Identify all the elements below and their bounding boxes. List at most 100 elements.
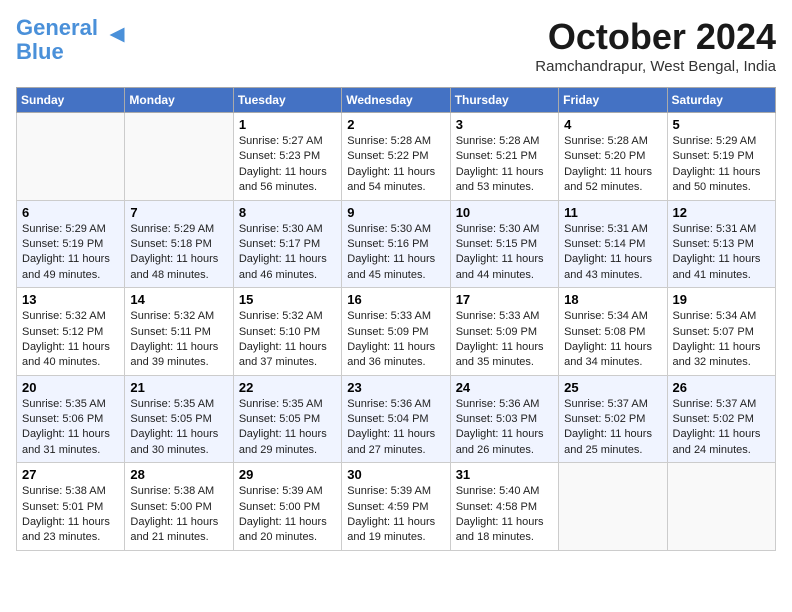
day-info: Sunrise: 5:29 AM Sunset: 5:19 PM Dayligh… [673,134,770,196]
calendar-week-row: 27 Sunrise: 5:38 AM Sunset: 5:01 PM Dayli… [17,463,776,551]
day-number: 14 [130,292,227,307]
calendar-cell: 8 Sunrise: 5:30 AM Sunset: 5:17 PM Daylig… [233,200,341,288]
calendar-week-row: 6Sunrise: 5:29 AM Sunset: 5:19 PM Daylig… [17,200,776,288]
calendar-cell: 12 Sunrise: 5:31 AM Sunset: 5:13 PM Dayli… [667,200,775,288]
logo-icon [102,26,132,44]
day-number: 28 [130,467,227,482]
month-title: October 2024 [535,16,776,58]
day-info: Sunrise: 5:31 AM Sunset: 5:13 PM Dayligh… [673,222,770,284]
title-block: October 2024 Ramchandrapur, West Bengal,… [535,16,776,75]
day-number: 21 [130,380,227,395]
calendar-cell: 17Sunrise: 5:33 AM Sunset: 5:09 PM Dayli… [450,288,558,376]
day-number: 13 [22,292,119,307]
day-number: 25 [564,380,661,395]
calendar-cell: 11 Sunrise: 5:31 AM Sunset: 5:14 PM Dayli… [559,200,667,288]
calendar-cell: 10 Sunrise: 5:30 AM Sunset: 5:15 PM Dayli… [450,200,558,288]
weekday-header: Wednesday [342,88,450,113]
calendar-cell: 7 Sunrise: 5:29 AM Sunset: 5:18 PM Daylig… [125,200,233,288]
calendar-cell: 30Sunrise: 5:39 AM Sunset: 4:59 PM Dayli… [342,463,450,551]
calendar-week-row: 13 Sunrise: 5:32 AM Sunset: 5:12 PM Dayli… [17,288,776,376]
day-info: Sunrise: 5:35 AM Sunset: 5:05 PM Dayligh… [130,397,227,459]
day-info: Sunrise: 5:37 AM Sunset: 5:02 PM Dayligh… [564,397,661,459]
calendar-cell: 20 Sunrise: 5:35 AM Sunset: 5:06 PM Dayli… [17,375,125,463]
calendar-week-row: 1Sunrise: 5:27 AM Sunset: 5:23 PM Daylig… [17,113,776,201]
day-number: 2 [347,117,444,132]
day-info: Sunrise: 5:34 AM Sunset: 5:07 PM Dayligh… [673,309,770,371]
day-number: 9 [347,205,444,220]
day-info: Sunrise: 5:31 AM Sunset: 5:14 PM Dayligh… [564,222,661,284]
calendar-cell [667,463,775,551]
day-number: 22 [239,380,336,395]
calendar-cell [559,463,667,551]
day-number: 7 [130,205,227,220]
calendar-cell: 24 Sunrise: 5:36 AM Sunset: 5:03 PM Dayli… [450,375,558,463]
weekday-header: Saturday [667,88,775,113]
calendar-header-row: SundayMondayTuesdayWednesdayThursdayFrid… [17,88,776,113]
day-number: 4 [564,117,661,132]
day-number: 10 [456,205,553,220]
day-number: 24 [456,380,553,395]
day-number: 3 [456,117,553,132]
calendar-cell: 29 Sunrise: 5:39 AM Sunset: 5:00 PM Dayli… [233,463,341,551]
weekday-header: Thursday [450,88,558,113]
day-info: Sunrise: 5:30 AM Sunset: 5:16 PM Dayligh… [347,222,444,284]
calendar-cell: 15Sunrise: 5:32 AM Sunset: 5:10 PM Dayli… [233,288,341,376]
day-info: Sunrise: 5:38 AM Sunset: 5:00 PM Dayligh… [130,484,227,546]
day-info: Sunrise: 5:28 AM Sunset: 5:20 PM Dayligh… [564,134,661,196]
calendar-cell: 9 Sunrise: 5:30 AM Sunset: 5:16 PM Daylig… [342,200,450,288]
calendar-cell: 14 Sunrise: 5:32 AM Sunset: 5:11 PM Dayli… [125,288,233,376]
day-number: 5 [673,117,770,132]
day-info: Sunrise: 5:36 AM Sunset: 5:03 PM Dayligh… [456,397,553,459]
day-number: 11 [564,205,661,220]
weekday-header: Friday [559,88,667,113]
weekday-header: Tuesday [233,88,341,113]
day-info: Sunrise: 5:29 AM Sunset: 5:18 PM Dayligh… [130,222,227,284]
calendar-cell: 25 Sunrise: 5:37 AM Sunset: 5:02 PM Dayli… [559,375,667,463]
day-info: Sunrise: 5:29 AM Sunset: 5:19 PM Dayligh… [22,222,119,284]
calendar-table: SundayMondayTuesdayWednesdayThursdayFrid… [16,87,776,551]
day-info: Sunrise: 5:35 AM Sunset: 5:06 PM Dayligh… [22,397,119,459]
day-info: Sunrise: 5:40 AM Sunset: 4:58 PM Dayligh… [456,484,553,546]
day-info: Sunrise: 5:39 AM Sunset: 5:00 PM Dayligh… [239,484,336,546]
logo-text: GeneralBlue [16,16,98,64]
day-number: 29 [239,467,336,482]
day-number: 31 [456,467,553,482]
day-info: Sunrise: 5:30 AM Sunset: 5:17 PM Dayligh… [239,222,336,284]
day-number: 18 [564,292,661,307]
calendar-cell: 26 Sunrise: 5:37 AM Sunset: 5:02 PM Dayli… [667,375,775,463]
day-info: Sunrise: 5:39 AM Sunset: 4:59 PM Dayligh… [347,484,444,546]
calendar-cell: 5 Sunrise: 5:29 AM Sunset: 5:19 PM Daylig… [667,113,775,201]
day-number: 20 [22,380,119,395]
day-info: Sunrise: 5:38 AM Sunset: 5:01 PM Dayligh… [22,484,119,546]
day-number: 8 [239,205,336,220]
day-info: Sunrise: 5:37 AM Sunset: 5:02 PM Dayligh… [673,397,770,459]
calendar-cell [17,113,125,201]
weekday-header: Monday [125,88,233,113]
calendar-cell: 18Sunrise: 5:34 AM Sunset: 5:08 PM Dayli… [559,288,667,376]
location: Ramchandrapur, West Bengal, India [535,58,776,75]
page-header: GeneralBlue October 2024 Ramchandrapur, … [16,16,776,75]
day-number: 26 [673,380,770,395]
calendar-cell: 13 Sunrise: 5:32 AM Sunset: 5:12 PM Dayli… [17,288,125,376]
day-info: Sunrise: 5:32 AM Sunset: 5:12 PM Dayligh… [22,309,119,371]
calendar-cell: 2Sunrise: 5:28 AM Sunset: 5:22 PM Daylig… [342,113,450,201]
calendar-cell: 3Sunrise: 5:28 AM Sunset: 5:21 PM Daylig… [450,113,558,201]
day-info: Sunrise: 5:35 AM Sunset: 5:05 PM Dayligh… [239,397,336,459]
day-number: 19 [673,292,770,307]
day-info: Sunrise: 5:32 AM Sunset: 5:11 PM Dayligh… [130,309,227,371]
calendar-cell: 31 Sunrise: 5:40 AM Sunset: 4:58 PM Dayli… [450,463,558,551]
calendar-cell: 1Sunrise: 5:27 AM Sunset: 5:23 PM Daylig… [233,113,341,201]
calendar-cell: 6Sunrise: 5:29 AM Sunset: 5:19 PM Daylig… [17,200,125,288]
calendar-cell: 27 Sunrise: 5:38 AM Sunset: 5:01 PM Dayli… [17,463,125,551]
day-number: 12 [673,205,770,220]
logo: GeneralBlue [16,16,132,64]
day-number: 27 [22,467,119,482]
calendar-cell: 23Sunrise: 5:36 AM Sunset: 5:04 PM Dayli… [342,375,450,463]
day-info: Sunrise: 5:27 AM Sunset: 5:23 PM Dayligh… [239,134,336,196]
day-info: Sunrise: 5:30 AM Sunset: 5:15 PM Dayligh… [456,222,553,284]
calendar-week-row: 20 Sunrise: 5:35 AM Sunset: 5:06 PM Dayli… [17,375,776,463]
calendar-cell: 16Sunrise: 5:33 AM Sunset: 5:09 PM Dayli… [342,288,450,376]
day-number: 23 [347,380,444,395]
day-info: Sunrise: 5:33 AM Sunset: 5:09 PM Dayligh… [456,309,553,371]
calendar-cell: 19 Sunrise: 5:34 AM Sunset: 5:07 PM Dayli… [667,288,775,376]
